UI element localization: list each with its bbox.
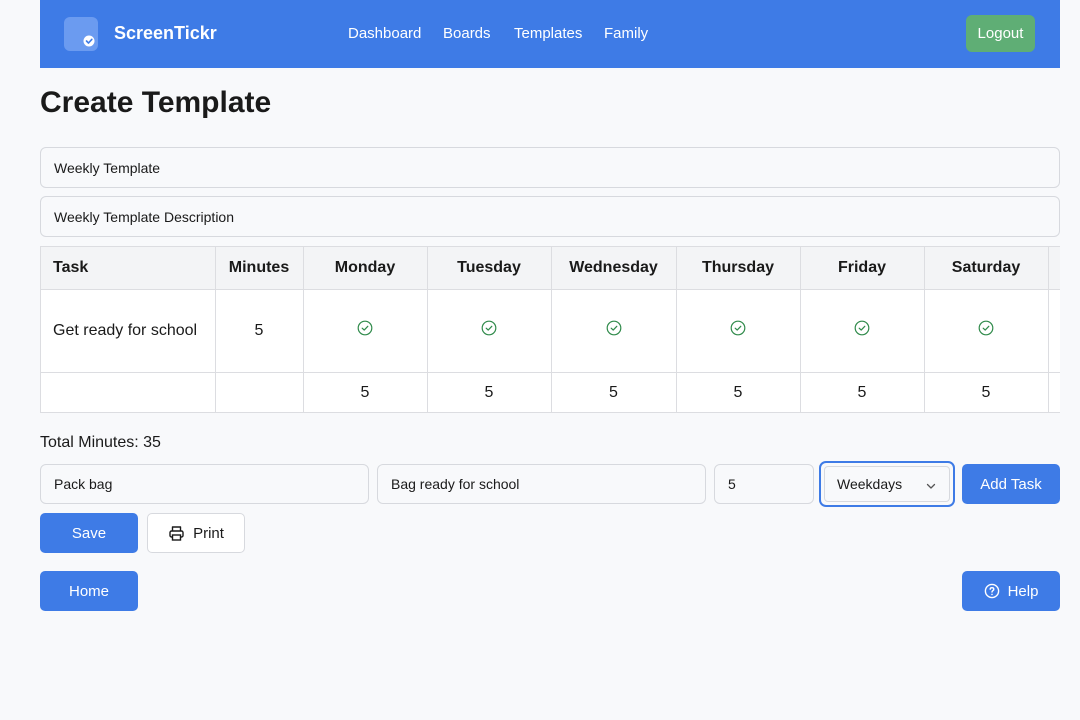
task-minutes-cell: 5	[215, 289, 304, 373]
thursday-total: 5	[676, 372, 801, 412]
new-task-description-input[interactable]: Bag ready for school	[377, 464, 706, 504]
schedule-select-value: Weekdays	[837, 476, 903, 492]
task-schedule-table: Task Minutes Monday Tuesday Wednesday Th…	[40, 246, 1060, 413]
task-name-cell: Get ready for school	[41, 289, 216, 373]
sunday-cell[interactable]	[1048, 289, 1060, 373]
nav-link-boards[interactable]: Boards	[443, 25, 491, 42]
check-circle-icon[interactable]	[481, 320, 497, 341]
totals-row: 5 5 5 5 5 5	[41, 372, 1060, 412]
help-circle-icon	[984, 583, 1000, 599]
page-title: Create Template	[40, 86, 272, 119]
tuesday-cell[interactable]	[427, 289, 552, 373]
template-name-input[interactable]: Weekly Template	[40, 147, 1060, 188]
help-button[interactable]: Help	[962, 571, 1060, 611]
friday-cell[interactable]	[800, 289, 925, 373]
saturday-total: 5	[924, 372, 1049, 412]
print-label: Print	[193, 524, 224, 542]
friday-total: 5	[800, 372, 925, 412]
wednesday-total: 5	[551, 372, 677, 412]
sunday-total	[1048, 372, 1060, 412]
new-task-minutes-input[interactable]: 5	[714, 464, 814, 504]
header-minutes: Minutes	[215, 247, 304, 290]
nav-link-dashboard[interactable]: Dashboard	[348, 25, 421, 42]
saturday-cell[interactable]	[924, 289, 1049, 373]
totals-empty-cell	[41, 372, 216, 412]
logout-button[interactable]: Logout	[966, 15, 1035, 52]
check-circle-icon[interactable]	[978, 320, 994, 341]
app-logo-icon	[64, 17, 98, 51]
check-circle-icon[interactable]	[357, 320, 373, 341]
help-label: Help	[1007, 582, 1039, 600]
header-friday: Friday	[800, 247, 925, 290]
chevron-down-icon	[926, 483, 936, 489]
totals-empty-cell	[215, 372, 304, 412]
print-button[interactable]: Print	[147, 513, 245, 553]
header-monday: Monday	[303, 247, 428, 290]
header-sunday	[1048, 247, 1060, 290]
table-header-row: Task Minutes Monday Tuesday Wednesday Th…	[41, 247, 1060, 290]
monday-total: 5	[303, 372, 428, 412]
nav-link-family[interactable]: Family	[604, 25, 648, 42]
header-wednesday: Wednesday	[551, 247, 677, 290]
header-tuesday: Tuesday	[427, 247, 552, 290]
new-task-name-input[interactable]: Pack bag	[40, 464, 369, 504]
schedule-select[interactable]: Weekdays	[819, 461, 955, 507]
header-task: Task	[41, 247, 216, 290]
check-circle-icon[interactable]	[730, 320, 746, 341]
wednesday-cell[interactable]	[551, 289, 677, 373]
check-circle-icon[interactable]	[606, 320, 622, 341]
tuesday-total: 5	[427, 372, 552, 412]
header-saturday: Saturday	[924, 247, 1049, 290]
nav-link-templates[interactable]: Templates	[514, 25, 582, 42]
template-description-input[interactable]: Weekly Template Description	[40, 196, 1060, 237]
save-button[interactable]: Save	[40, 513, 138, 553]
printer-icon	[168, 525, 185, 542]
total-minutes-label: Total Minutes: 35	[40, 434, 161, 451]
check-circle-icon[interactable]	[854, 320, 870, 341]
top-navbar: ScreenTickr Dashboard Boards Templates F…	[40, 0, 1060, 68]
monday-cell[interactable]	[303, 289, 428, 373]
home-button[interactable]: Home	[40, 571, 138, 611]
add-task-button[interactable]: Add Task	[962, 464, 1060, 504]
schedule-select-inner[interactable]: Weekdays	[824, 466, 950, 502]
header-thursday: Thursday	[676, 247, 801, 290]
table-row: Get ready for school 5	[41, 289, 1060, 373]
brand-name[interactable]: ScreenTickr	[114, 23, 217, 44]
thursday-cell[interactable]	[676, 289, 801, 373]
